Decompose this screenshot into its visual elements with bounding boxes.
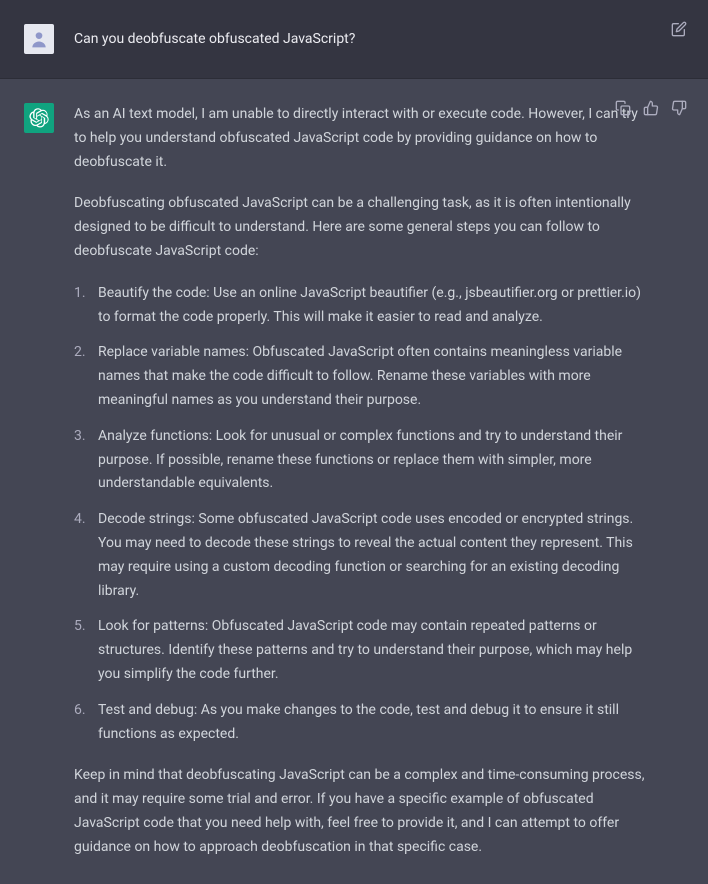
assistant-message-row: As an AI text model, I am unable to dire… xyxy=(0,79,708,884)
user-message-actions xyxy=(670,20,688,38)
assistant-avatar xyxy=(24,103,54,133)
assistant-para2: Deobfuscating obfuscated JavaScript can … xyxy=(74,192,648,263)
assistant-outro: Keep in mind that deobfuscating JavaScri… xyxy=(74,764,648,859)
assistant-step: Replace variable names: Obfuscated JavaS… xyxy=(74,341,648,412)
assistant-intro: As an AI text model, I am unable to dire… xyxy=(74,103,648,174)
edit-icon[interactable] xyxy=(670,20,688,38)
user-message-text: Can you deobfuscate obfuscated JavaScrip… xyxy=(74,24,688,54)
assistant-step: Test and debug: As you make changes to t… xyxy=(74,699,648,747)
copy-icon[interactable] xyxy=(614,99,632,117)
assistant-step: Beautify the code: Use an online JavaScr… xyxy=(74,282,648,330)
user-message-row: Can you deobfuscate obfuscated JavaScrip… xyxy=(0,0,708,79)
assistant-step: Analyze functions: Look for unusual or c… xyxy=(74,425,648,496)
assistant-step: Look for patterns: Obfuscated JavaScript… xyxy=(74,615,648,686)
assistant-message-actions xyxy=(614,99,688,117)
assistant-message-text: As an AI text model, I am unable to dire… xyxy=(74,103,688,860)
thumbs-up-icon[interactable] xyxy=(642,99,660,117)
assistant-step: Decode strings: Some obfuscated JavaScri… xyxy=(74,508,648,603)
assistant-steps-list: Beautify the code: Use an online JavaScr… xyxy=(74,282,648,747)
thumbs-down-icon[interactable] xyxy=(670,99,688,117)
user-avatar xyxy=(24,24,54,54)
